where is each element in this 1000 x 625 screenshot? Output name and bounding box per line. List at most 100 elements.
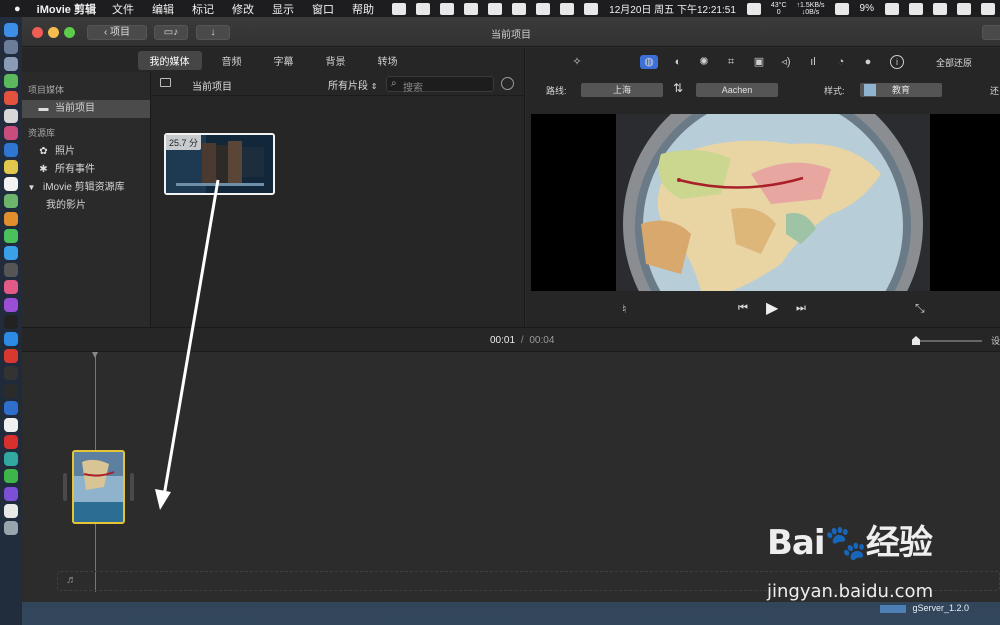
sidebar-item-all-events[interactable]: ✱ 所有事件 [22, 161, 150, 179]
xcode-icon[interactable] [4, 142, 18, 157]
menu-list-icon[interactable] [981, 2, 995, 15]
download-icon[interactable] [416, 2, 431, 15]
clip-filter-select[interactable]: 所有片段 ⇕ [328, 77, 377, 92]
sidebar-item-library[interactable]: ▼ iMovie 剪辑资源库 [22, 179, 150, 197]
menu-window[interactable]: 窗口 [312, 1, 334, 17]
sidebar-item-photos[interactable]: ✿ 照片 [22, 143, 150, 161]
colorsync-icon[interactable] [4, 211, 18, 226]
play-icon[interactable]: ▶ [766, 298, 778, 318]
netease-music-icon[interactable] [4, 435, 18, 450]
notes-icon[interactable] [4, 160, 18, 175]
toggle-sidebar-icon[interactable] [160, 78, 171, 87]
trash-icon[interactable] [4, 521, 18, 536]
swap-route-icon[interactable]: ⇅ [673, 81, 683, 95]
sidebar-item-my-movies[interactable]: 我的影片 [22, 197, 150, 215]
tab-my-media[interactable]: 我的媒体 [137, 50, 202, 70]
tab-backgrounds[interactable]: 背景 [314, 51, 358, 70]
document-icon[interactable] [4, 503, 18, 518]
tab-titles[interactable]: 字幕 [262, 51, 306, 70]
star-icon[interactable] [957, 2, 971, 15]
reset-all-button[interactable]: 全部还原 [936, 56, 972, 69]
globe-map-icon[interactable]: ◍ [640, 55, 658, 69]
wechat-icon[interactable] [4, 469, 18, 484]
clip-trim-handle-left[interactable] [63, 473, 67, 501]
speed-icon[interactable]: ◔ [834, 55, 848, 69]
route-from-field[interactable]: 上海 [581, 83, 663, 97]
terminal-icon[interactable] [4, 366, 18, 381]
settings-gear-icon[interactable] [501, 77, 514, 90]
disclosure-triangle-icon[interactable]: ▼ [26, 183, 37, 193]
note-icon[interactable] [536, 2, 551, 15]
battery-icon[interactable] [885, 2, 899, 15]
android-icon[interactable] [4, 74, 18, 89]
sidebar-item-current-project[interactable]: ▬ 当前项目 [22, 100, 150, 118]
mail-icon[interactable] [392, 2, 407, 15]
clip-trim-handle-right[interactable] [130, 473, 134, 501]
datetime[interactable]: 12月20日 周五 下午12:21:51 [609, 1, 736, 16]
maps-icon[interactable] [4, 194, 18, 209]
zoom-slider-knob[interactable] [912, 336, 920, 345]
gserver-tray[interactable]: gServer_1.2.0 [880, 603, 1000, 617]
wifi-icon[interactable] [834, 2, 849, 15]
share-button[interactable] [982, 25, 1000, 40]
style-select[interactable]: 教育 [860, 83, 942, 97]
menu-view[interactable]: 显示 [272, 1, 294, 17]
photos-icon[interactable] [4, 108, 18, 123]
messages-icon[interactable] [4, 228, 18, 243]
activity-icon[interactable] [4, 383, 18, 398]
zoom-slider[interactable] [912, 336, 982, 345]
music-icon[interactable] [4, 280, 18, 295]
s-app-icon[interactable] [440, 2, 455, 15]
ghost-icon[interactable] [464, 2, 479, 15]
tab-audio[interactable]: 音频 [210, 51, 254, 70]
skip-back-icon[interactable]: ⏮ [738, 302, 748, 315]
globe-icon[interactable] [512, 2, 527, 15]
facetime-icon[interactable] [4, 246, 18, 261]
search-field[interactable]: ⌕ 搜索 [386, 76, 494, 94]
info-icon[interactable]: i [890, 55, 904, 69]
calendar-icon[interactable] [4, 177, 18, 192]
tab-transitions[interactable]: 转场 [366, 51, 410, 70]
yandex-icon[interactable] [4, 417, 18, 432]
vpn-icon[interactable] [4, 400, 18, 415]
s-square-icon[interactable] [488, 2, 503, 15]
appstore-icon[interactable] [4, 331, 18, 346]
message-icon[interactable] [560, 2, 575, 15]
fullscreen-icon[interactable]: ⤡ [915, 301, 925, 316]
safari-icon[interactable] [4, 56, 18, 71]
volume-icon[interactable] [933, 2, 947, 15]
imovie-icon[interactable] [4, 486, 18, 501]
crop-icon[interactable]: ⌗ [724, 55, 738, 69]
stabilization-icon[interactable]: ▣ [752, 55, 766, 69]
color-balance-icon[interactable]: ◐ [671, 55, 685, 69]
launchpad-icon[interactable] [4, 39, 18, 54]
bluetooth-icon[interactable] [909, 2, 923, 15]
menu-edit[interactable]: 编辑 [152, 1, 174, 17]
camera-icon[interactable] [4, 263, 18, 278]
timeline-settings-label[interactable]: 设 [991, 334, 1000, 347]
clip-filter-icon[interactable]: ● [861, 55, 875, 69]
chart-icon[interactable] [746, 2, 761, 15]
volume-icon[interactable]: ◃) [779, 55, 793, 69]
microphone-icon[interactable]: ♮ [622, 302, 626, 316]
color-correction-icon[interactable]: ✺ [697, 55, 711, 69]
apple-icon[interactable]: ● [14, 3, 21, 15]
vivaldi-icon[interactable] [4, 349, 18, 364]
menu-mark[interactable]: 标记 [192, 1, 214, 17]
magic-wand-icon[interactable]: ✧ [570, 55, 584, 69]
podcasts-icon[interactable] [4, 297, 18, 312]
finder-icon[interactable] [4, 22, 18, 37]
menu-help[interactable]: 帮助 [352, 1, 374, 17]
skip-forward-icon[interactable]: ⏭ [796, 302, 806, 315]
timeline-clip[interactable] [72, 450, 125, 524]
media-clip-thumbnail[interactable]: 25.7 分 [164, 133, 275, 195]
noise-eq-icon[interactable]: ıl [806, 55, 820, 69]
menu-file[interactable]: 文件 [112, 1, 134, 17]
menu-modify[interactable]: 修改 [232, 1, 254, 17]
screenshot-icon[interactable] [4, 452, 18, 467]
chrome-icon[interactable] [4, 91, 18, 106]
route-to-field[interactable]: Aachen [696, 83, 778, 97]
clock-icon[interactable] [584, 2, 599, 15]
app-menu[interactable]: iMovie 剪辑 [37, 1, 96, 17]
tv-icon[interactable] [4, 314, 18, 329]
